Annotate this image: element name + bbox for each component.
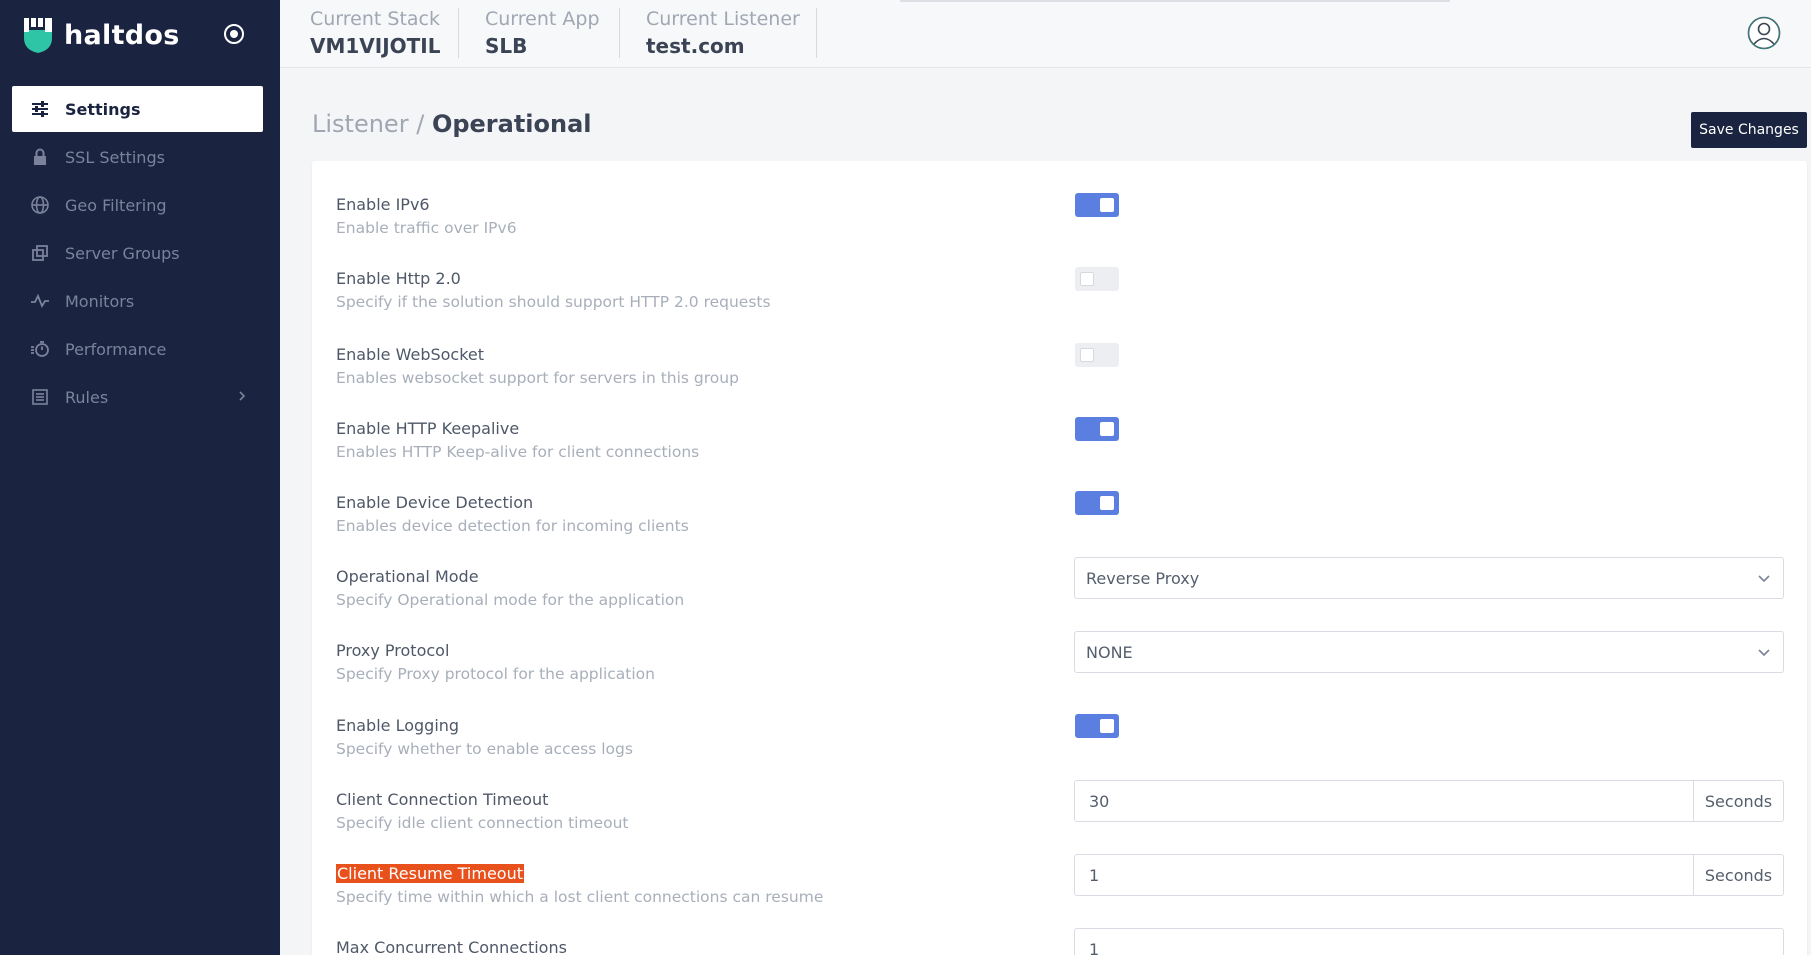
setting-client-connection-timeout: Client Connection Timeout Specify idle c…	[312, 756, 1807, 832]
keepalive-toggle[interactable]	[1075, 417, 1119, 441]
current-stack-value: VM1VIJOTIL	[310, 34, 441, 58]
sidebar-item-geo-filtering[interactable]: Geo Filtering	[12, 182, 263, 228]
setting-proxy-protocol: Proxy Protocol Specify Proxy protocol fo…	[312, 607, 1807, 683]
input-value: 1	[1089, 866, 1100, 885]
current-stack-label: Current Stack	[310, 8, 441, 30]
setting-description: Specify if the solution should support H…	[336, 293, 771, 311]
sidebar-item-label: Performance	[65, 339, 167, 359]
unit-addon: Seconds	[1693, 855, 1783, 895]
setting-title: Enable Http 2.0	[336, 269, 461, 288]
sidebar-item-ssl-settings[interactable]: SSL Settings	[12, 134, 263, 180]
unit-addon: Seconds	[1693, 781, 1783, 821]
save-changes-button[interactable]: Save Changes	[1691, 112, 1807, 148]
http2-toggle[interactable]	[1075, 267, 1119, 291]
copy-icon	[30, 243, 50, 263]
breadcrumb-parent[interactable]: Listener	[312, 110, 409, 138]
setting-title: Enable HTTP Keepalive	[336, 419, 520, 438]
top-bar: Current Stack VM1VIJOTIL Current App SLB…	[280, 0, 1811, 68]
divider	[816, 8, 817, 58]
current-stack[interactable]: Current Stack VM1VIJOTIL	[280, 8, 471, 58]
setting-enable-logging: Enable Logging Specify whether to enable…	[312, 682, 1807, 758]
setting-client-resume-timeout: Client Resume Timeout Specify time withi…	[312, 830, 1807, 906]
setting-operational-mode: Operational Mode Specify Operational mod…	[312, 533, 1807, 609]
activity-icon	[30, 291, 50, 311]
setting-description: Specify Proxy protocol for the applicati…	[336, 665, 655, 683]
page-title: Operational	[431, 110, 592, 138]
device-detection-toggle[interactable]	[1075, 491, 1119, 515]
current-app-label: Current App	[485, 8, 600, 30]
sidebar-item-label: Settings	[65, 99, 141, 119]
client-connection-timeout-input[interactable]: 30 Seconds	[1074, 780, 1784, 822]
stopwatch-icon	[30, 339, 50, 359]
globe-icon	[30, 195, 50, 215]
setting-enable-websocket: Enable WebSocket Enables websocket suppo…	[312, 311, 1807, 387]
chevron-down-icon	[1758, 575, 1770, 583]
user-avatar-icon[interactable]	[1747, 16, 1781, 50]
loading-bar	[900, 0, 1450, 2]
client-resume-timeout-input[interactable]: 1 Seconds	[1074, 854, 1784, 896]
input-value: 30	[1089, 792, 1110, 811]
setting-enable-ipv6: Enable IPv6 Enable traffic over IPv6	[312, 161, 1807, 237]
current-listener-label: Current Listener	[646, 8, 800, 30]
sidebar-item-label: SSL Settings	[65, 147, 165, 167]
sidebar-item-server-groups[interactable]: Server Groups	[12, 230, 263, 276]
sidebar-item-label: Geo Filtering	[65, 195, 167, 215]
sliders-icon	[30, 99, 50, 119]
setting-title: Client Resume Timeout	[336, 864, 524, 883]
setting-title: Enable WebSocket	[336, 345, 485, 364]
select-value: NONE	[1086, 643, 1133, 662]
operational-mode-select[interactable]: Reverse Proxy	[1074, 557, 1784, 599]
setting-enable-device-detection: Enable Device Detection Enables device d…	[312, 459, 1807, 535]
chevron-right-icon	[239, 391, 246, 401]
lock-icon	[30, 147, 50, 167]
setting-title: Client Connection Timeout	[336, 790, 549, 809]
websocket-toggle[interactable]	[1075, 343, 1119, 367]
target-icon[interactable]	[222, 22, 246, 46]
proxy-protocol-select[interactable]: NONE	[1074, 631, 1784, 673]
brand[interactable]: haltdos	[22, 16, 180, 54]
chevron-down-icon	[1758, 649, 1770, 657]
select-value: Reverse Proxy	[1086, 569, 1200, 588]
logging-toggle[interactable]	[1075, 714, 1119, 738]
breadcrumb-separator: /	[416, 110, 425, 138]
sidebar-item-label: Server Groups	[65, 243, 180, 263]
input-value: 1	[1089, 940, 1100, 955]
setting-enable-http-keepalive: Enable HTTP Keepalive Enables HTTP Keep-…	[312, 385, 1807, 461]
current-listener[interactable]: Current Listener test.com	[616, 8, 830, 58]
setting-title: Proxy Protocol	[336, 641, 450, 660]
sidebar: haltdos Settings SSL Settings Geo Filter…	[0, 0, 280, 955]
setting-title: Enable Device Detection	[336, 493, 534, 512]
settings-card: Enable IPv6 Enable traffic over IPv6 Ena…	[312, 161, 1807, 955]
sidebar-item-label: Monitors	[65, 291, 135, 311]
setting-title: Enable Logging	[336, 716, 460, 735]
sidebar-item-rules[interactable]: Rules	[12, 374, 263, 420]
haltdos-logo-icon	[24, 18, 52, 53]
setting-max-concurrent-connections: Max Concurrent Connections 1	[312, 904, 1807, 955]
breadcrumb: Listener / Operational	[312, 110, 592, 138]
setting-title: Operational Mode	[336, 567, 479, 586]
sidebar-item-performance[interactable]: Performance	[12, 326, 263, 372]
current-app[interactable]: Current App SLB	[455, 8, 630, 58]
sidebar-nav: Settings SSL Settings Geo Filtering Serv…	[12, 86, 263, 422]
setting-enable-http2: Enable Http 2.0 Specify if the solution …	[312, 235, 1807, 311]
setting-title: Enable IPv6	[336, 195, 430, 214]
list-icon	[30, 387, 50, 407]
max-concurrent-connections-input[interactable]: 1	[1074, 928, 1784, 955]
brand-name: haltdos	[64, 19, 180, 51]
current-listener-value: test.com	[646, 34, 745, 58]
current-app-value: SLB	[485, 34, 528, 58]
ipv6-toggle[interactable]	[1075, 193, 1119, 217]
sidebar-item-monitors[interactable]: Monitors	[12, 278, 263, 324]
setting-title: Max Concurrent Connections	[336, 938, 567, 955]
sidebar-item-label: Rules	[65, 387, 109, 407]
sidebar-item-settings[interactable]: Settings	[12, 86, 263, 132]
